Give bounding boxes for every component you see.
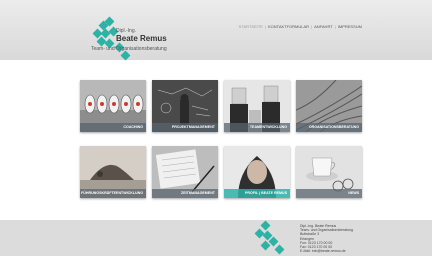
nav-separator: |: [311, 24, 313, 29]
nav-anfahrt[interactable]: Anfahrt: [314, 24, 333, 29]
logo-subtitle: Team- und Organisationsberatung: [91, 46, 167, 52]
tile-projektmanagement[interactable]: Projektmanagement: [152, 80, 218, 132]
tile-organisationsberatung[interactable]: Organisationsberatung: [296, 80, 362, 132]
header: Dipl.-Ing. Beate Remus Team- und Organis…: [0, 0, 432, 61]
tile-label: Teamentwicklung: [224, 123, 290, 132]
tile-label: News: [296, 189, 362, 198]
tile-label: Führungskräfteentwicklung: [80, 189, 146, 198]
tile-label: Coaching: [80, 123, 146, 132]
top-navigation: Startseite | Kontaktformular | Anfahrt |…: [239, 24, 362, 29]
footer: Dipl.-Ing. Beate Remus Team- und Organis…: [0, 220, 432, 256]
tile-profil[interactable]: Profil | Beate Remus: [224, 146, 290, 198]
email-link[interactable]: E-Mail: info@beate-remus.de: [300, 249, 353, 253]
nav-separator: |: [264, 24, 267, 29]
tile-zeitmanagement[interactable]: Zeitmanagement: [152, 146, 218, 198]
nav-startseite[interactable]: Startseite: [239, 24, 263, 29]
tile-fuehrungskraefteentwicklung[interactable]: Führungskräfteentwicklung: [80, 146, 146, 198]
tile-news[interactable]: News: [296, 146, 362, 198]
nav-kontaktformular[interactable]: Kontaktformular: [268, 24, 309, 29]
tile-teamentwicklung[interactable]: Teamentwicklung: [224, 80, 290, 132]
logo-name: Beate Remus: [116, 34, 167, 43]
tile-label: Zeitmanagement: [152, 189, 218, 198]
tile-coaching[interactable]: Coaching: [80, 80, 146, 132]
tile-label: Projektmanagement: [152, 123, 218, 132]
page: Dipl.-Ing. Beate Remus Team- und Organis…: [0, 0, 432, 256]
nav-impressum[interactable]: Impressum: [338, 24, 362, 29]
tile-label: Profil | Beate Remus: [224, 189, 290, 198]
nav-separator: |: [334, 24, 336, 29]
footer-address: Dipl.-Ing. Beate Remus Team- und Organis…: [300, 224, 353, 253]
tile-label: Organisationsberatung: [296, 123, 362, 132]
